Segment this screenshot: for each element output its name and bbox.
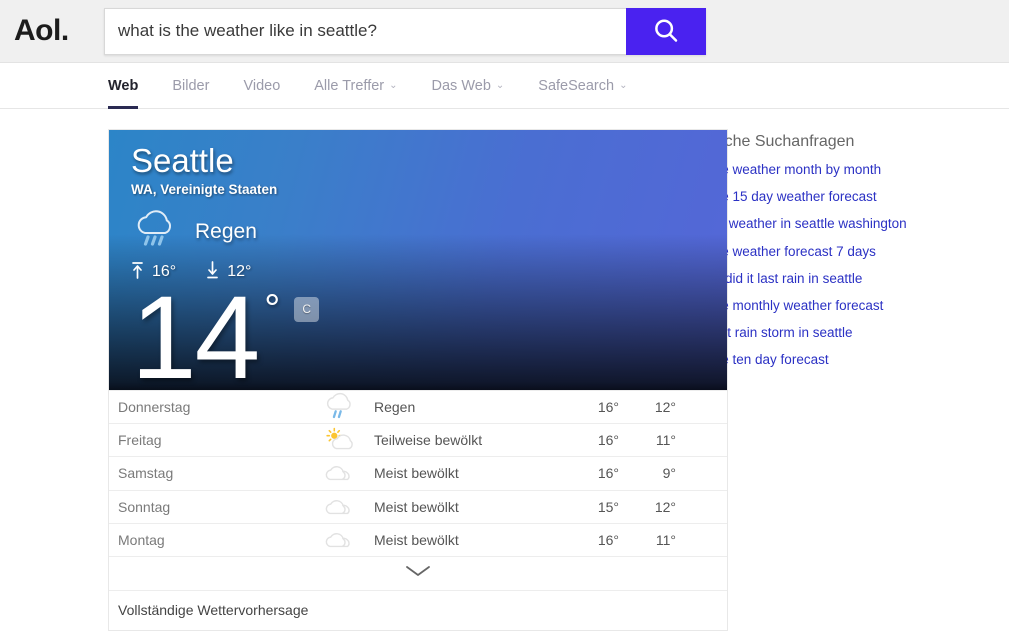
tab-video[interactable]: Video xyxy=(243,63,280,108)
forecast-day: Montag xyxy=(118,532,306,548)
cloudy-icon xyxy=(306,525,374,555)
forecast-high: 16° xyxy=(574,399,619,415)
cloudy-icon xyxy=(306,458,374,488)
main-column: Seattle WA, Vereinigte Staaten Regen xyxy=(0,129,640,631)
city-name: Seattle xyxy=(131,142,715,180)
related-search-link[interactable]: seattle monthly weather forecast xyxy=(689,298,1009,314)
table-row: Donnerstag Regen 16° 12° xyxy=(109,390,727,423)
tab-das-web[interactable]: Das Web ⌄ xyxy=(432,63,505,108)
weather-hero: Seattle WA, Vereinigte Staaten Regen xyxy=(109,130,727,390)
table-row: Samstag Meist bewölkt 16° 9° xyxy=(109,456,727,489)
forecast-high: 15° xyxy=(574,499,619,515)
aol-logo[interactable]: Aol. xyxy=(0,14,104,48)
full-forecast-label: Vollständige Wettervorhersage xyxy=(118,602,308,618)
table-row: Montag Meist bewölkt 16° 11° xyxy=(109,523,727,556)
chevron-down-icon: ⌄ xyxy=(496,81,504,91)
region-name: WA, Vereinigte Staaten xyxy=(131,182,715,197)
sun-cloud-icon xyxy=(306,425,374,455)
forecast-high: 16° xyxy=(574,532,619,548)
tab-bilder[interactable]: Bilder xyxy=(172,63,209,108)
site-header: Aol. xyxy=(0,0,1009,63)
nav-tabs: Web Bilder Video Alle Treffer ⌄ Das Web … xyxy=(0,63,1009,109)
tab-safesearch[interactable]: SafeSearch ⌄ xyxy=(538,63,627,108)
related-search-link[interactable]: seattle ten day forecast xyxy=(689,352,1009,368)
cloudy-icon xyxy=(306,492,374,522)
unit-toggle-celsius[interactable]: C xyxy=(294,297,319,322)
tab-label: Alle Treffer xyxy=(314,78,384,94)
forecast-condition: Meist bewölkt xyxy=(374,465,574,481)
tab-label: Bilder xyxy=(172,78,209,94)
forecast-condition: Meist bewölkt xyxy=(374,499,574,515)
forecast-day: Sonntag xyxy=(118,499,306,515)
current-temperature-row: 14 ° C xyxy=(131,279,715,390)
tab-label: SafeSearch xyxy=(538,78,614,94)
forecast-high: 16° xyxy=(574,465,619,481)
search-button[interactable] xyxy=(626,8,706,55)
forecast-high: 16° xyxy=(574,432,619,448)
page-body: Seattle WA, Vereinigte Staaten Regen xyxy=(0,109,1009,631)
forecast-condition: Teilweise bewölkt xyxy=(374,432,574,448)
chevron-down-icon: ⌄ xyxy=(389,81,397,91)
search-input[interactable] xyxy=(104,8,626,55)
related-search-link[interactable]: current rain storm in seattle xyxy=(689,325,1009,341)
forecast-day: Donnerstag xyxy=(118,399,306,415)
expand-forecast-button[interactable] xyxy=(109,556,727,590)
table-row: Sonntag Meist bewölkt 15° 12° xyxy=(109,490,727,523)
weather-card: Seattle WA, Vereinigte Staaten Regen xyxy=(108,129,728,631)
related-search-link[interactable]: when did it last rain in seattle xyxy=(689,271,1009,287)
table-row: Freitag xyxy=(109,423,727,456)
related-search-link[interactable]: seattle 15 day weather forecast xyxy=(689,189,1009,205)
related-search-link[interactable]: yearly weather in seattle washington xyxy=(689,216,1009,232)
tab-web[interactable]: Web xyxy=(108,63,138,108)
forecast-condition: Regen xyxy=(374,399,574,415)
degree-symbol: ° xyxy=(264,287,280,332)
tab-label: Web xyxy=(108,78,138,94)
forecast-condition: Meist bewölkt xyxy=(374,532,574,548)
current-temperature: 14 xyxy=(131,279,258,390)
chevron-down-icon xyxy=(404,564,432,583)
related-searches-title: Ähnliche Suchanfragen xyxy=(689,133,1009,151)
tab-alle-treffer[interactable]: Alle Treffer ⌄ xyxy=(314,63,397,108)
search-bar xyxy=(104,8,706,55)
tab-label: Das Web xyxy=(432,78,491,94)
forecast-day: Samstag xyxy=(118,465,306,481)
current-condition-text: Regen xyxy=(195,220,257,244)
search-icon xyxy=(651,16,681,46)
rain-cloud-icon xyxy=(306,392,374,422)
forecast-day: Freitag xyxy=(118,432,306,448)
related-search-link[interactable]: seattle weather month by month xyxy=(689,162,1009,178)
tab-label: Video xyxy=(243,78,280,94)
rain-cloud-icon xyxy=(131,209,181,256)
related-search-link[interactable]: seattle weather forecast 7 days xyxy=(689,244,1009,260)
current-condition-row: Regen xyxy=(131,209,715,256)
chevron-down-icon: ⌄ xyxy=(619,81,627,91)
